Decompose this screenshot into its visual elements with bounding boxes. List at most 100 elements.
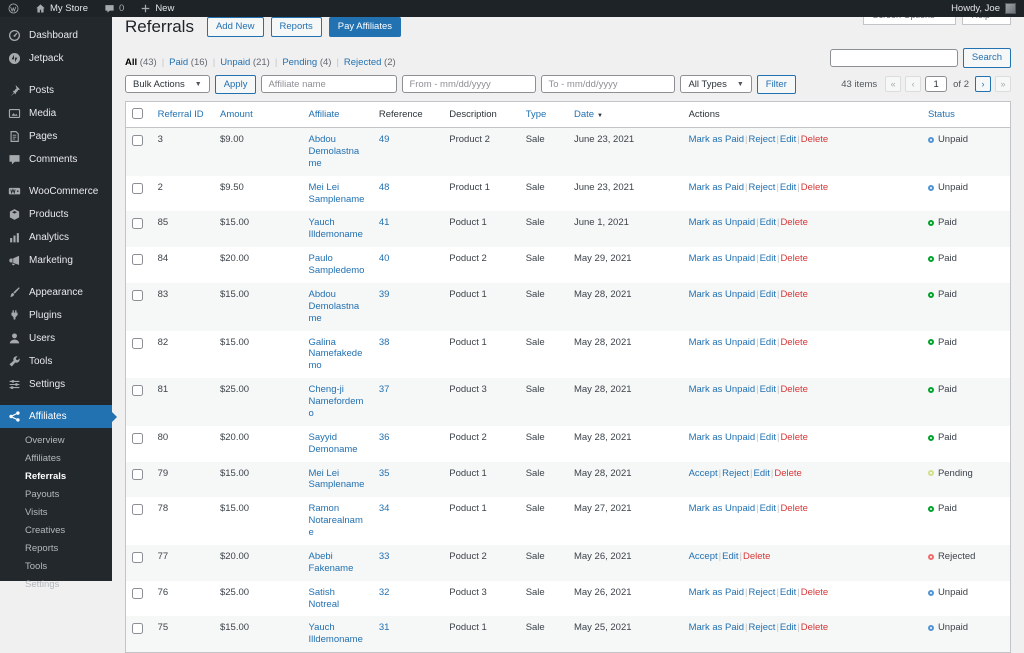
action-edit[interactable]: Edit xyxy=(780,134,796,145)
action-mark-as-unpaid[interactable]: Mark as Unpaid xyxy=(689,503,756,514)
view-all[interactable]: All (43) xyxy=(125,57,157,68)
pay-affiliates-button[interactable]: Pay Affiliates xyxy=(329,17,401,37)
affiliate-link[interactable]: Abebi Fakename xyxy=(308,551,353,574)
affiliate-link[interactable]: Mei Lei Samplename xyxy=(308,182,364,205)
row-checkbox[interactable] xyxy=(132,504,143,515)
submenu-item-visits[interactable]: Visits xyxy=(0,503,112,521)
action-delete[interactable]: Delete xyxy=(780,503,807,514)
affiliate-link[interactable]: Mei Lei Samplename xyxy=(308,468,364,491)
action-edit[interactable]: Edit xyxy=(760,217,776,228)
sidebar-item-dashboard[interactable]: Dashboard xyxy=(0,24,112,47)
action-reject[interactable]: Reject xyxy=(749,587,776,598)
action-edit[interactable]: Edit xyxy=(780,587,796,598)
reference-link[interactable]: 37 xyxy=(379,384,390,395)
action-edit[interactable]: Edit xyxy=(760,432,776,443)
action-delete[interactable]: Delete xyxy=(774,468,801,479)
bulk-actions-select[interactable]: Bulk Actions ▼ xyxy=(125,75,210,93)
action-delete[interactable]: Delete xyxy=(780,217,807,228)
reference-link[interactable]: 32 xyxy=(379,587,390,598)
row-checkbox[interactable] xyxy=(132,588,143,599)
action-mark-as-unpaid[interactable]: Mark as Unpaid xyxy=(689,337,756,348)
action-delete[interactable]: Delete xyxy=(801,182,828,193)
column-header-status[interactable]: Status xyxy=(922,102,1011,128)
reports-button[interactable]: Reports xyxy=(271,17,322,37)
next-page-button[interactable]: › xyxy=(975,76,991,92)
comments-badge[interactable]: 0 xyxy=(96,0,132,17)
action-mark-as-unpaid[interactable]: Mark as Unpaid xyxy=(689,289,756,300)
action-edit[interactable]: Edit xyxy=(760,503,776,514)
action-edit[interactable]: Edit xyxy=(760,384,776,395)
reference-link[interactable]: 36 xyxy=(379,432,390,443)
action-mark-as-paid[interactable]: Mark as Paid xyxy=(689,134,744,145)
row-checkbox[interactable] xyxy=(132,218,143,229)
affiliate-link[interactable]: Galina Namefakedemo xyxy=(308,337,362,372)
reference-link[interactable]: 48 xyxy=(379,182,390,193)
affiliate-link[interactable]: Cheng-ji Namefordemo xyxy=(308,384,363,419)
reference-link[interactable]: 40 xyxy=(379,253,390,264)
row-checkbox[interactable] xyxy=(132,135,143,146)
row-checkbox[interactable] xyxy=(132,469,143,480)
site-name-link[interactable]: My Store xyxy=(27,0,96,17)
add-new-button[interactable]: Add New xyxy=(207,17,264,37)
sidebar-item-analytics[interactable]: Analytics xyxy=(0,226,112,249)
submenu-item-reports[interactable]: Reports xyxy=(0,539,112,557)
sidebar-item-media[interactable]: Media xyxy=(0,102,112,125)
view-rejected[interactable]: Rejected (2) xyxy=(344,57,396,68)
sidebar-item-marketing[interactable]: Marketing xyxy=(0,249,112,272)
action-accept[interactable]: Accept xyxy=(689,551,718,562)
action-delete[interactable]: Delete xyxy=(780,289,807,300)
action-reject[interactable]: Reject xyxy=(722,468,749,479)
reference-link[interactable]: 31 xyxy=(379,622,390,633)
select-all-checkbox[interactable] xyxy=(132,108,143,119)
action-mark-as-unpaid[interactable]: Mark as Unpaid xyxy=(689,432,756,443)
submenu-item-tools[interactable]: Tools xyxy=(0,557,112,575)
reference-link[interactable]: 34 xyxy=(379,503,390,514)
row-checkbox[interactable] xyxy=(132,623,143,634)
action-mark-as-paid[interactable]: Mark as Paid xyxy=(689,182,744,193)
affiliate-link[interactable]: Abdou Demolastname xyxy=(308,134,359,169)
action-mark-as-unpaid[interactable]: Mark as Unpaid xyxy=(689,384,756,395)
sidebar-item-posts[interactable]: Posts xyxy=(0,79,112,102)
sidebar-item-tools[interactable]: Tools xyxy=(0,350,112,373)
type-filter-select[interactable]: All Types ▼ xyxy=(680,75,751,93)
sidebar-item-affiliates[interactable]: Affiliates xyxy=(0,405,112,428)
avatar[interactable] xyxy=(1005,3,1016,14)
sidebar-item-comments[interactable]: Comments xyxy=(0,148,112,171)
action-edit[interactable]: Edit xyxy=(760,337,776,348)
row-checkbox[interactable] xyxy=(132,385,143,396)
apply-button[interactable]: Apply xyxy=(215,75,257,95)
row-checkbox[interactable] xyxy=(132,290,143,301)
new-content-button[interactable]: New xyxy=(132,0,182,17)
sidebar-item-plugins[interactable]: Plugins xyxy=(0,304,112,327)
submenu-item-payouts[interactable]: Payouts xyxy=(0,485,112,503)
search-button[interactable]: Search xyxy=(963,48,1011,68)
column-header-date[interactable]: Date▼ xyxy=(568,102,683,128)
column-header-type[interactable]: Type xyxy=(520,102,568,128)
action-delete[interactable]: Delete xyxy=(801,587,828,598)
row-checkbox[interactable] xyxy=(132,254,143,265)
action-reject[interactable]: Reject xyxy=(749,134,776,145)
reference-link[interactable]: 35 xyxy=(379,468,390,479)
reference-link[interactable]: 38 xyxy=(379,337,390,348)
action-accept[interactable]: Accept xyxy=(689,468,718,479)
action-edit[interactable]: Edit xyxy=(780,622,796,633)
action-mark-as-unpaid[interactable]: Mark as Unpaid xyxy=(689,217,756,228)
reference-link[interactable]: 41 xyxy=(379,217,390,228)
column-header-affiliate[interactable]: Affiliate xyxy=(302,102,372,128)
action-edit[interactable]: Edit xyxy=(760,289,776,300)
action-mark-as-unpaid[interactable]: Mark as Unpaid xyxy=(689,253,756,264)
wordpress-menu-button[interactable] xyxy=(0,0,27,17)
view-paid[interactable]: Paid (16) xyxy=(169,57,208,68)
affiliate-link[interactable]: Yauch Illdemoname xyxy=(308,622,362,645)
reference-link[interactable]: 39 xyxy=(379,289,390,300)
action-delete[interactable]: Delete xyxy=(780,384,807,395)
view-unpaid[interactable]: Unpaid (21) xyxy=(220,57,270,68)
affiliate-link[interactable]: Ramon Notarealname xyxy=(308,503,362,538)
sidebar-item-settings[interactable]: Settings xyxy=(0,373,112,396)
reference-link[interactable]: 49 xyxy=(379,134,390,145)
view-pending[interactable]: Pending (4) xyxy=(282,57,331,68)
sidebar-item-products[interactable]: Products xyxy=(0,203,112,226)
search-input[interactable] xyxy=(830,49,958,67)
affiliate-link[interactable]: Satish Notreal xyxy=(308,587,339,610)
action-delete[interactable]: Delete xyxy=(743,551,770,562)
